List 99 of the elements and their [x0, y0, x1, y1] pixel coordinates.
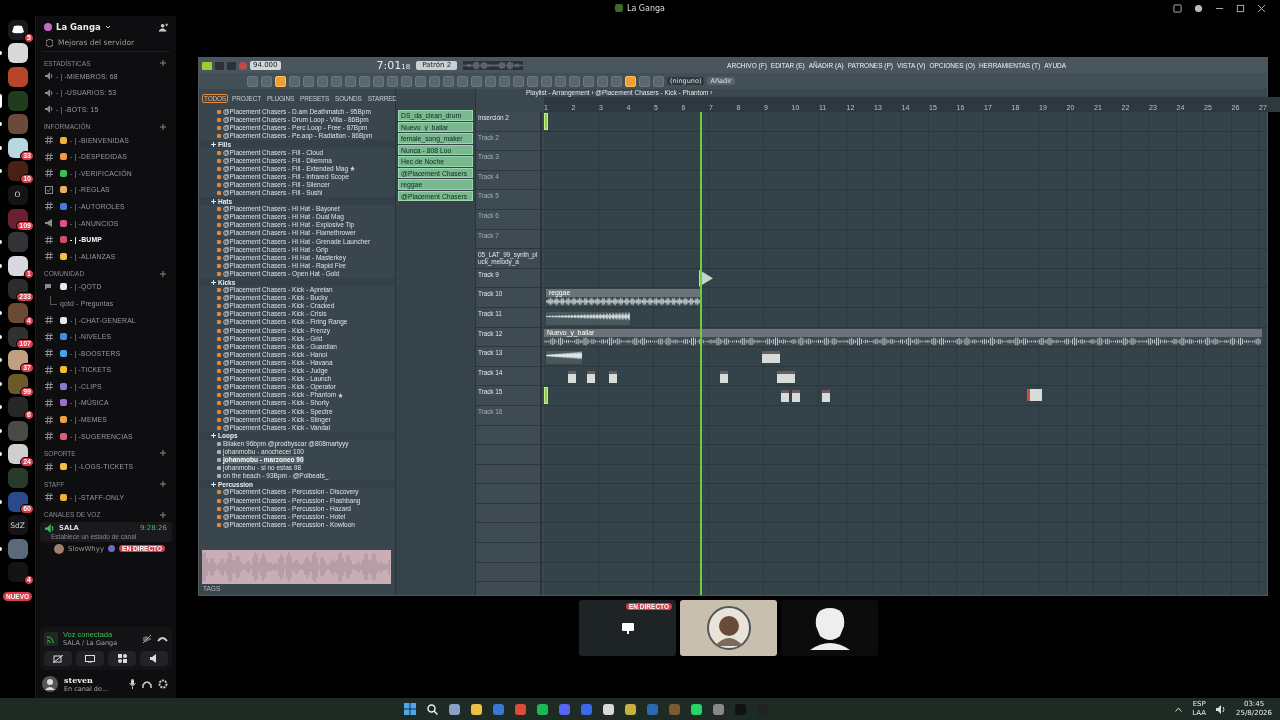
audio-clip[interactable]: [609, 370, 617, 383]
server-icon: [44, 23, 52, 31]
monitor-icon: [85, 654, 95, 663]
user-avatar[interactable]: [42, 676, 58, 692]
hash-icon: [45, 316, 53, 324]
audio-clip[interactable]: [762, 351, 780, 364]
add-channel-icon[interactable]: [160, 60, 166, 66]
app-icon[interactable]: [625, 703, 637, 715]
hash-icon: [45, 415, 53, 424]
soundboard-button[interactable]: [140, 651, 168, 666]
tool-icon[interactable]: [625, 75, 636, 87]
hash-icon: [45, 432, 53, 441]
chevron-icon: [104, 24, 111, 30]
add-channel-icon[interactable]: [160, 270, 166, 277]
waveform-monitor: [463, 61, 524, 70]
microphone-icon[interactable]: [129, 679, 136, 689]
participant-tile[interactable]: [781, 600, 878, 656]
audio-clip[interactable]: [792, 390, 800, 403]
tool-icon[interactable]: [275, 75, 286, 87]
hash-icon: [45, 365, 53, 374]
speaker-icon: [45, 88, 53, 97]
plus-icon: [211, 141, 216, 147]
app-icon[interactable]: [713, 703, 725, 715]
speaker-icon: [45, 523, 54, 533]
search-icon[interactable]: [427, 703, 439, 715]
hash-icon: [45, 202, 53, 211]
audio-clip[interactable]: [568, 370, 576, 383]
disconnect-icon[interactable]: [157, 634, 168, 643]
inbox-icon[interactable]: [1173, 3, 1182, 13]
hash-icon: [45, 136, 53, 145]
plus-icon: [211, 279, 216, 285]
audio-clip[interactable]: [587, 370, 595, 383]
help-icon[interactable]: [1194, 3, 1203, 13]
audio-clip[interactable]: [720, 370, 728, 383]
plus-icon: [211, 481, 216, 487]
megaphone-icon: [45, 219, 53, 228]
discord-logo: [11, 25, 24, 35]
activities-button[interactable]: [108, 651, 136, 666]
close-icon[interactable]: [1257, 3, 1266, 13]
server-icon: [614, 4, 623, 12]
plus-icon: [211, 433, 216, 439]
hash-icon: [45, 382, 53, 391]
participant-tile[interactable]: [680, 600, 777, 656]
hash-icon: [45, 252, 53, 261]
discord-home-button[interactable]: [7, 19, 28, 40]
add-channel-icon[interactable]: [160, 481, 166, 488]
speaker-icon: [45, 105, 53, 114]
thread-branch-icon: [50, 295, 57, 305]
signal-icon: [44, 631, 58, 646]
speaker-icon[interactable]: [1216, 704, 1227, 714]
hash-icon: [45, 332, 53, 341]
monitor-icon: [621, 622, 634, 634]
audio-clip[interactable]: [781, 390, 789, 403]
app-icon[interactable]: [471, 703, 483, 715]
shapes-icon: [117, 654, 127, 663]
hash-icon: [45, 462, 53, 471]
camera-off-icon: [53, 654, 63, 663]
screen-share-icon: [108, 545, 116, 553]
speaker-icon: [45, 72, 53, 81]
audio-clip[interactable]: [777, 370, 795, 383]
add-channel-icon[interactable]: [160, 511, 166, 518]
app-icon[interactable]: [449, 703, 461, 715]
audio-clip[interactable]: [546, 311, 630, 325]
speaker-icon: [149, 654, 159, 663]
plus-icon: [211, 198, 216, 204]
window-title: La Ganga: [626, 3, 666, 13]
add-user-icon[interactable]: [159, 22, 168, 32]
hash-icon: [45, 399, 53, 407]
headphones-icon[interactable]: [142, 679, 152, 689]
server-icon[interactable]: [7, 255, 28, 276]
rules-icon: [45, 185, 53, 194]
add-channel-icon[interactable]: [160, 450, 166, 457]
windows-start-icon[interactable]: [404, 703, 417, 715]
audio-clip[interactable]: [1027, 389, 1042, 402]
maximize-icon[interactable]: [1236, 3, 1245, 13]
forum-icon: [45, 282, 53, 291]
app-icon[interactable]: [603, 703, 615, 715]
avatar: [54, 543, 64, 554]
hash-icon: [45, 169, 53, 178]
avatar-silhouette: [809, 606, 850, 650]
pattern-mode-button[interactable]: [202, 61, 212, 70]
chevron-up-icon[interactable]: [1175, 706, 1183, 712]
audio-clip[interactable]: [822, 390, 830, 403]
boost-icon: [46, 38, 53, 47]
server-icon[interactable]: [7, 43, 28, 64]
server-name[interactable]: La Ganga: [56, 22, 101, 32]
hash-icon: [45, 493, 53, 502]
username: steven: [64, 675, 94, 685]
app-icon[interactable]: [691, 703, 703, 715]
noise-suppression-icon[interactable]: [142, 633, 152, 644]
audio-clip[interactable]: [546, 351, 582, 365]
hash-icon: [45, 235, 53, 244]
settings-icon[interactable]: [158, 679, 168, 689]
app-icon[interactable]: [537, 703, 549, 715]
hash-icon: [45, 152, 53, 161]
add-channel-icon[interactable]: [160, 123, 166, 130]
hash-icon: [45, 349, 53, 358]
share-screen-button[interactable]: [76, 651, 104, 666]
camera-off-button[interactable]: [44, 651, 72, 666]
